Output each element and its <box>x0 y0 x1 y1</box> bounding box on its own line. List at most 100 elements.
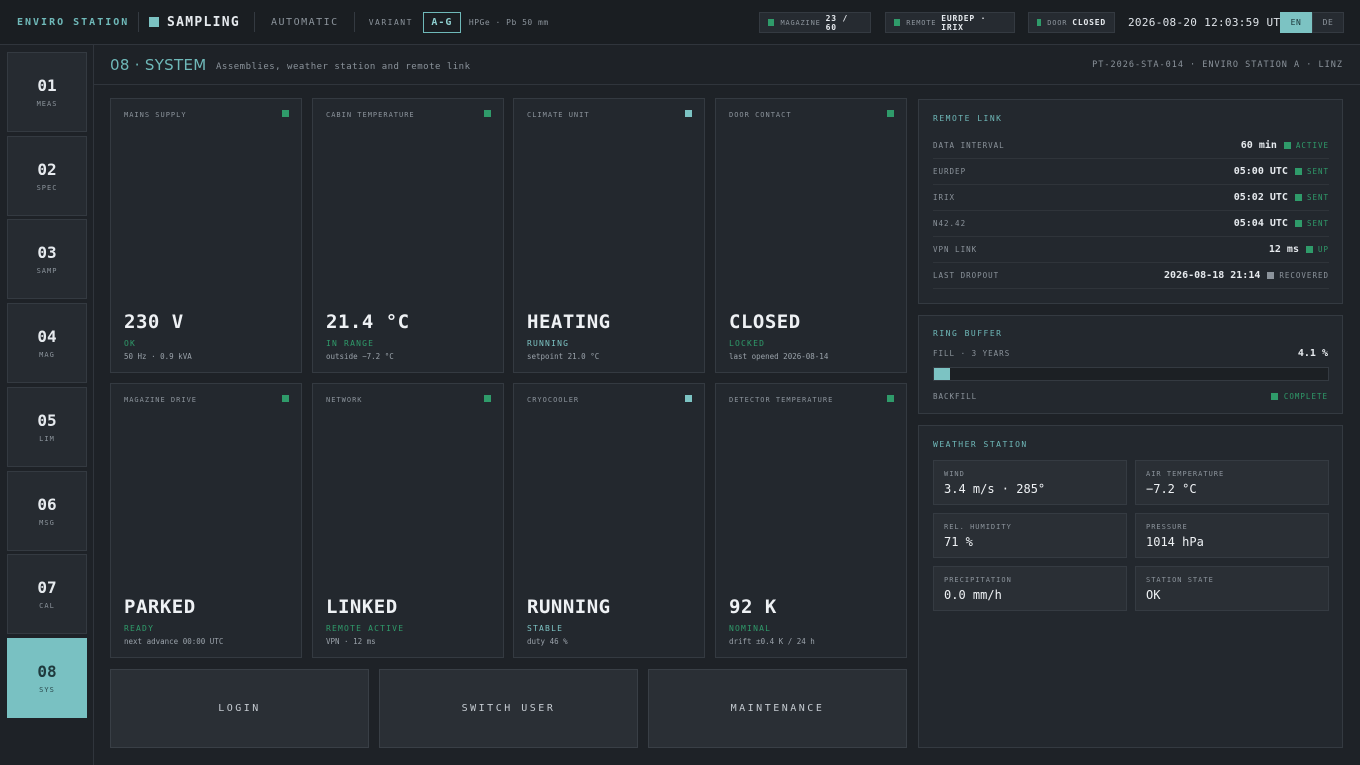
tile-caption: DOOR CONTACT <box>729 111 792 119</box>
weather-cell-pressure: PRESSURE 1014 hPa <box>1135 513 1329 558</box>
status-dot-icon <box>1283 142 1291 149</box>
tile-status: OK <box>124 339 137 348</box>
door-status: DOOR CLOSED <box>1028 12 1115 33</box>
weather-station-panel: WEATHER STATION WIND 3.4 m/s · 285° AIR … <box>918 425 1343 748</box>
row-status: SENT <box>1306 219 1329 228</box>
tile-detail: outside −7.2 °C <box>326 352 394 361</box>
variant-label: VARIANT <box>368 17 413 27</box>
tile-door-contact[interactable]: DOOR CONTACT CLOSED LOCKED last opened 2… <box>715 98 907 373</box>
nav-item-meas[interactable]: 01 MEAS <box>7 52 87 132</box>
status-indicator-icon <box>887 110 894 117</box>
remote-link-panel: REMOTE LINK DATA INTERVAL 60 min ACTIVE … <box>918 99 1343 304</box>
cell-value: 71 % <box>944 535 973 549</box>
status-dot-icon <box>1267 272 1275 279</box>
tile-detail: setpoint 21.0 °C <box>527 352 600 361</box>
door-label: DOOR <box>1047 18 1068 27</box>
tile-value: RUNNING <box>527 596 611 618</box>
cell-key: WIND <box>944 470 965 478</box>
weather-cell-station-state: STATION STATE OK <box>1135 566 1329 611</box>
cell-key: REL. HUMIDITY <box>944 523 1012 531</box>
language-de-button[interactable]: DE <box>1312 12 1344 33</box>
remote-value: EURDEP · IRIX <box>941 13 987 32</box>
top-bar: ENVIRO STATION SAMPLING AUTOMATIC VARIAN… <box>0 0 1360 45</box>
nav-item-samp[interactable]: 03 SAMP <box>7 219 87 299</box>
status-dot-icon <box>1037 19 1042 26</box>
cell-key: AIR TEMPERATURE <box>1146 470 1225 478</box>
mode-indicator: SAMPLING <box>139 15 254 30</box>
nav-label: LIM <box>39 435 55 443</box>
magazine-label: MAGAZINE <box>780 18 821 27</box>
tile-network[interactable]: NETWORK LINKED REMOTE ACTIVE VPN · 12 ms <box>312 383 504 658</box>
status-dot-icon <box>894 19 901 26</box>
tile-cabin-temperature[interactable]: CABIN TEMPERATURE 21.4 °C IN RANGE outsi… <box>312 98 504 373</box>
nav-number: 01 <box>37 76 57 95</box>
tile-cryocooler[interactable]: CRYOCOOLER RUNNING STABLE duty 46 % <box>513 383 705 658</box>
row-status: ACTIVE <box>1295 141 1329 150</box>
link-row-last-dropout: LAST DROPOUT 2026-08-18 21:14 RECOVERED <box>933 263 1329 289</box>
fill-progress-bar <box>933 367 1329 381</box>
maintenance-button[interactable]: MAINTENANCE <box>648 669 907 748</box>
nav-label: CAL <box>39 602 55 610</box>
panel-title: REMOTE LINK <box>933 114 1003 123</box>
automatic-label: AUTOMATIC <box>271 16 339 28</box>
switch-user-button[interactable]: SWITCH USER <box>379 669 638 748</box>
status-indicator-icon <box>887 395 894 402</box>
page-header: 08 · SYSTEM Assemblies, weather station … <box>94 45 1360 85</box>
nav-label: MAG <box>39 351 55 359</box>
cell-key: PRESSURE <box>1146 523 1188 531</box>
backfill-label: BACKFILL <box>933 392 978 401</box>
nav-item-msg[interactable]: 06 MSG <box>7 471 87 551</box>
nav-item-spec[interactable]: 02 SPEC <box>7 136 87 216</box>
tile-status: NOMINAL <box>729 624 772 633</box>
status-indicator-icon <box>685 395 692 402</box>
nav-label: MSG <box>39 519 55 527</box>
weather-cell-air-temperature: AIR TEMPERATURE −7.2 °C <box>1135 460 1329 505</box>
nav-item-cal[interactable]: 07 CAL <box>7 554 87 634</box>
backfill-status-text: COMPLETE <box>1283 392 1328 401</box>
tile-value: HEATING <box>527 311 611 333</box>
status-dot-icon <box>1294 168 1302 175</box>
language-en-button[interactable]: EN <box>1280 12 1312 33</box>
tile-status: STABLE <box>527 624 564 633</box>
station-id: PT-2026-STA-014 · ENVIRO STATION A · LIN… <box>1092 60 1343 70</box>
tile-caption: MAINS SUPPLY <box>124 111 187 119</box>
panel-title: RING BUFFER <box>933 329 1003 338</box>
mode-square-icon <box>149 17 159 27</box>
tile-caption: MAGAZINE DRIVE <box>124 396 198 404</box>
nav-number: 07 <box>37 578 57 597</box>
nav-item-sys[interactable]: 08 SYS <box>7 638 87 718</box>
tile-climate-unit[interactable]: CLIMATE UNIT HEATING RUNNING setpoint 21… <box>513 98 705 373</box>
row-value: 60 min <box>1240 140 1277 151</box>
nav-number: 05 <box>37 411 57 430</box>
status-dot-icon <box>1294 220 1302 227</box>
page-subtitle: Assemblies, weather station and remote l… <box>216 62 471 72</box>
cell-key: STATION STATE <box>1146 576 1214 584</box>
door-value: CLOSED <box>1072 18 1106 27</box>
ring-buffer-panel: RING BUFFER FILL · 3 YEARS 4.1 % BACKFIL… <box>918 315 1343 414</box>
tile-value: 230 V <box>124 311 184 333</box>
link-row-n4242: N42.42 05:04 UTC SENT <box>933 211 1329 237</box>
detector-info: HPGe · Pb 50 mm <box>468 17 549 27</box>
nav-number: 03 <box>37 243 57 262</box>
cell-value: OK <box>1146 588 1161 602</box>
page-title: 08 · SYSTEM <box>110 56 207 74</box>
weather-cell-wind: WIND 3.4 m/s · 285° <box>933 460 1127 505</box>
row-key: IRIX <box>933 193 956 202</box>
nav-item-mag[interactable]: 04 MAG <box>7 303 87 383</box>
tile-value: PARKED <box>124 596 196 618</box>
variant-selector[interactable]: A-G <box>422 11 461 33</box>
tile-detector-temperature[interactable]: DETECTOR TEMPERATURE 92 K NOMINAL drift … <box>715 383 907 658</box>
link-row-vpn: VPN LINK 12 ms UP <box>933 237 1329 263</box>
fill-label: FILL · 3 YEARS <box>933 349 1011 358</box>
tile-mains-supply[interactable]: MAINS SUPPLY 230 V OK 50 Hz · 0.9 kVA <box>110 98 302 373</box>
link-row-data-interval: DATA INTERVAL 60 min ACTIVE <box>933 133 1329 159</box>
tile-caption: NETWORK <box>326 396 363 404</box>
cell-value: 3.4 m/s · 285° <box>944 482 1046 496</box>
row-status: RECOVERED <box>1279 271 1329 280</box>
status-dot-icon <box>1294 194 1302 201</box>
fill-progress-fill <box>934 368 951 380</box>
nav-item-lim[interactable]: 05 LIM <box>7 387 87 467</box>
tile-magazine-drive[interactable]: MAGAZINE DRIVE PARKED READY next advance… <box>110 383 302 658</box>
login-button[interactable]: LOGIN <box>110 669 369 748</box>
status-dot-icon <box>1305 246 1313 253</box>
